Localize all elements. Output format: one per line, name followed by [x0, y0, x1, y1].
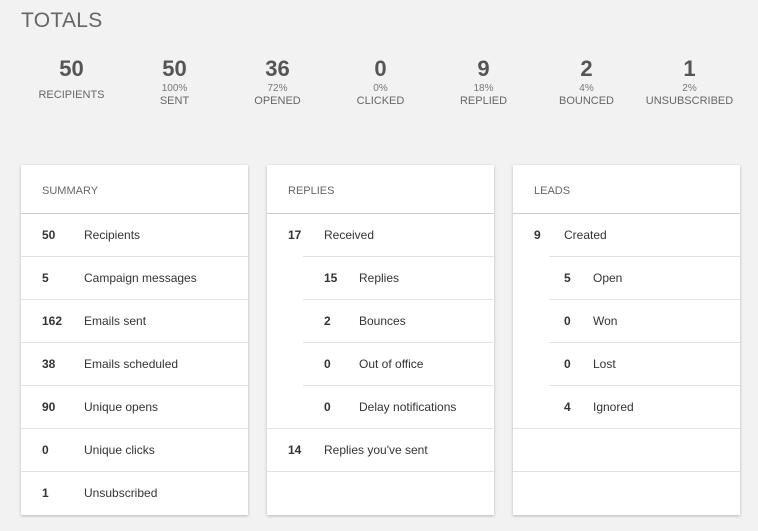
row-label: Delay notifications: [359, 400, 457, 414]
summary-row-unsubscribed: 1 Unsubscribed: [21, 472, 248, 514]
stat-value: 36: [265, 56, 290, 81]
totals-stats: 50 RECIPIENTS 50 100% SENT 36 72% OPENED…: [20, 55, 740, 115]
stat-value: 9: [477, 56, 490, 81]
row-value: 38: [42, 357, 56, 371]
row-label: Bounces: [359, 314, 406, 328]
row-label: Out of office: [359, 357, 424, 371]
stat-replied: 9 18% REPLIED: [432, 55, 535, 108]
row-label: Unsubscribed: [84, 486, 158, 500]
leads-row-won: 0 Won: [513, 300, 740, 343]
leads-row-ignored: 4 Ignored: [513, 386, 740, 429]
stat-bounced: 2 4% BOUNCED: [535, 55, 638, 108]
row-value: 5: [42, 271, 49, 285]
leads-row-lost: 0 Lost: [513, 343, 740, 386]
stat-value: 2: [580, 56, 593, 81]
leads-row-open: 5 Open: [513, 257, 740, 300]
stat-percent: 18%: [473, 83, 494, 94]
row-label: Replies you've sent: [324, 443, 428, 457]
stat-value: 1: [683, 56, 696, 81]
stat-label: CLICKED: [356, 95, 405, 107]
stat-value: 50: [59, 56, 84, 81]
leads-row-empty: [513, 429, 740, 472]
summary-row-unique-clicks: 0 Unique clicks: [21, 429, 248, 472]
stat-percent: 100%: [161, 83, 188, 94]
stat-recipients: 50 RECIPIENTS: [20, 55, 123, 102]
row-value: 1: [42, 486, 49, 500]
leads-card-title: LEADS: [513, 165, 740, 214]
stat-opened: 36 72% OPENED: [226, 55, 329, 108]
replies-row-out-of-office: 0 Out of office: [267, 343, 494, 386]
leads-card: LEADS 9 Created 5 Open 0 Won 0 Lost 4 Ig…: [513, 165, 740, 515]
summary-card: SUMMARY 50 Recipients 5 Campaign message…: [21, 165, 248, 515]
row-label: Unique opens: [84, 400, 159, 414]
stat-label: SENT: [159, 95, 190, 107]
summary-row-campaign-messages: 5 Campaign messages: [21, 257, 248, 300]
row-label: Emails scheduled: [84, 357, 179, 371]
row-label: Created: [564, 228, 607, 242]
row-label: Emails sent: [84, 314, 147, 328]
row-value: 162: [42, 314, 63, 328]
row-value: 0: [564, 314, 571, 328]
summary-row-recipients: 50 Recipients: [21, 214, 248, 257]
row-value: 4: [564, 400, 571, 414]
row-value: 15: [324, 271, 338, 285]
row-label: Lost: [593, 357, 616, 371]
row-label: Unique clicks: [84, 443, 155, 457]
leads-row-created: 9 Created: [513, 214, 740, 257]
replies-card-title: REPLIES: [267, 165, 494, 214]
stat-label: BOUNCED: [558, 95, 614, 107]
row-value: 90: [42, 400, 56, 414]
summary-row-emails-scheduled: 38 Emails scheduled: [21, 343, 248, 386]
totals-title: TOTALS: [21, 9, 103, 32]
row-value: 9: [534, 228, 541, 242]
summary-row-unique-opens: 90 Unique opens: [21, 386, 248, 429]
row-value: 0: [42, 443, 49, 457]
replies-row-sent: 14 Replies you've sent: [267, 429, 494, 472]
row-value: 0: [564, 357, 571, 371]
stat-percent: 2%: [682, 83, 697, 94]
replies-row-received: 17 Received: [267, 214, 494, 257]
row-value: 14: [288, 443, 302, 457]
replies-row-bounces: 2 Bounces: [267, 300, 494, 343]
replies-row-replies: 15 Replies: [267, 257, 494, 300]
stat-label: RECIPIENTS: [38, 89, 105, 101]
stat-percent: 0%: [373, 83, 388, 94]
row-value: 17: [288, 228, 302, 242]
row-label: Replies: [359, 271, 400, 285]
stat-value: 50: [162, 56, 187, 81]
row-label: Ignored: [593, 400, 634, 414]
stat-label: OPENED: [254, 95, 301, 107]
replies-card: REPLIES 17 Received 15 Replies 2 Bounces…: [267, 165, 494, 515]
stat-unsubscribed: 1 2% UNSUBSCRIBED: [638, 55, 741, 108]
stat-percent: 4%: [579, 83, 594, 94]
stat-sent: 50 100% SENT: [123, 55, 226, 108]
row-value: 0: [324, 357, 331, 371]
row-value: 5: [564, 271, 571, 285]
stat-label: UNSUBSCRIBED: [645, 95, 734, 107]
row-value: 50: [42, 228, 56, 242]
row-label: Won: [593, 314, 618, 328]
row-label: Received: [324, 228, 375, 242]
stat-percent: 72%: [267, 83, 288, 94]
row-value: 2: [324, 314, 331, 328]
summary-row-emails-sent: 162 Emails sent: [21, 300, 248, 343]
row-label: Open: [593, 271, 623, 285]
stat-label: REPLIED: [459, 95, 508, 107]
row-label: Recipients: [84, 228, 141, 242]
stat-value: 0: [374, 56, 387, 81]
replies-row-delay-notifications: 0 Delay notifications: [267, 386, 494, 429]
summary-card-title: SUMMARY: [21, 165, 248, 214]
row-value: 0: [324, 400, 331, 414]
stat-clicked: 0 0% CLICKED: [329, 55, 432, 108]
row-label: Campaign messages: [84, 271, 197, 285]
